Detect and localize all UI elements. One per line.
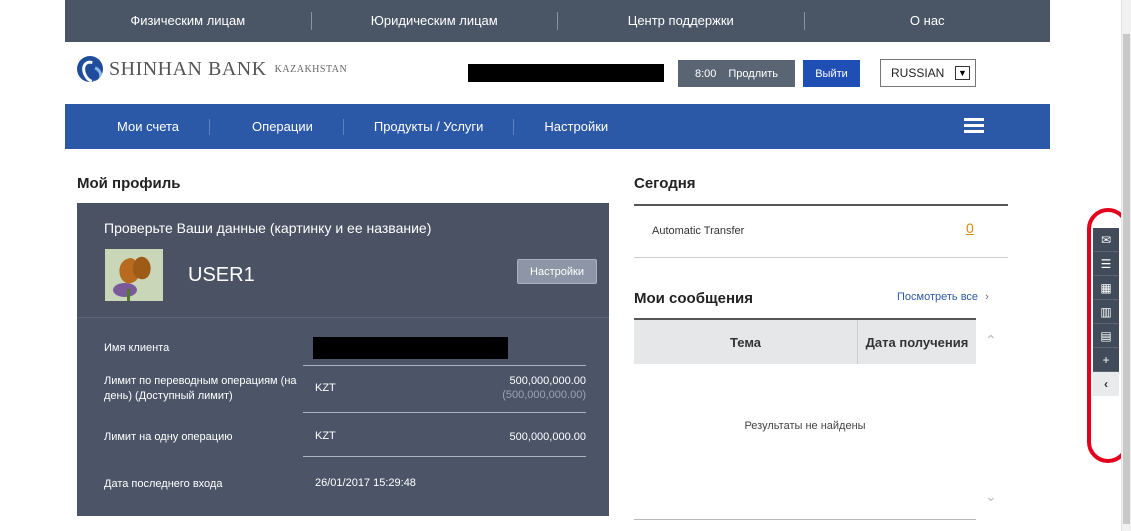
chevron-down-icon: ▼ bbox=[955, 66, 970, 80]
row-divider bbox=[303, 456, 586, 457]
top-nav-support[interactable]: Центр поддержки bbox=[558, 0, 804, 42]
transfer-limit-amount: 500,000,000.00 bbox=[509, 375, 586, 387]
transfer-limit-available: (500,000,000.00) bbox=[502, 389, 586, 401]
messages-empty-text: Результаты не найдены bbox=[744, 420, 866, 432]
section-divider bbox=[634, 204, 1008, 206]
client-name-label: Имя клиента bbox=[104, 342, 170, 354]
view-all-messages-link[interactable]: Посмотреть все › bbox=[897, 291, 989, 303]
messages-title: Мои сообщения bbox=[634, 290, 754, 307]
extend-label: Продлить bbox=[728, 67, 779, 80]
hamburger-menu-icon[interactable] bbox=[964, 118, 984, 134]
language-value: RUSSIAN bbox=[891, 66, 945, 80]
username: USER1 bbox=[188, 264, 255, 286]
last-login-label: Дата последнего входа bbox=[104, 478, 223, 490]
shinhan-logo-icon bbox=[77, 56, 103, 82]
main-nav-operations[interactable]: Операции bbox=[210, 104, 343, 149]
section-divider bbox=[634, 257, 1008, 258]
single-limit-label: Лимит на одну операцию bbox=[104, 431, 233, 443]
messages-table-header: Тема Дата получения bbox=[634, 320, 976, 364]
column-received-date[interactable]: Дата получения bbox=[858, 320, 976, 364]
today-title: Сегодня bbox=[634, 175, 696, 192]
profile-title: Мой профиль bbox=[77, 175, 181, 192]
chevron-down-icon[interactable]: ⌄ bbox=[985, 488, 997, 505]
transfer-limit-label: Лимит по переводным операциям (на день) … bbox=[104, 375, 297, 402]
view-all-label: Посмотреть все bbox=[897, 291, 979, 303]
column-subject[interactable]: Тема bbox=[634, 320, 858, 364]
auto-transfer-label: Automatic Transfer bbox=[652, 225, 745, 237]
last-login-value: 26/01/2017 15:29:48 bbox=[315, 477, 416, 489]
session-timer: 8:00 bbox=[694, 67, 717, 80]
profile-summary: Проверьте Ваши данные (картинку и ее наз… bbox=[77, 203, 609, 318]
main-nav-accounts[interactable]: Мои счета bbox=[65, 104, 209, 149]
bank-logo[interactable]: SHINHAN BANK KAZAKHSTAN bbox=[77, 56, 347, 82]
redacted-client-name bbox=[313, 337, 508, 359]
top-nav-about[interactable]: О нас bbox=[805, 0, 1051, 42]
top-nav-individuals[interactable]: Физическим лицам bbox=[65, 0, 311, 42]
messages-scrollbar[interactable]: ⌃ ⌄ bbox=[976, 318, 1008, 520]
main-nav: Мои счета Операции Продукты / Услуги Нас… bbox=[65, 104, 1050, 149]
main-nav-settings[interactable]: Настройки bbox=[514, 104, 638, 149]
messages-table: Тема Дата получения Результаты не найден… bbox=[634, 318, 976, 520]
header: SHINHAN BANK KAZAKHSTAN 8:00 Продлить Вы… bbox=[65, 42, 1050, 104]
row-divider bbox=[303, 365, 586, 366]
language-select[interactable]: RUSSIAN ▼ bbox=[880, 59, 976, 87]
chevron-up-icon[interactable]: ⌃ bbox=[985, 332, 997, 349]
logout-button[interactable]: Выйти bbox=[803, 60, 860, 87]
single-limit-currency: KZT bbox=[315, 430, 336, 442]
top-nav: Физическим лицам Юридическим лицам Центр… bbox=[65, 0, 1050, 42]
row-divider bbox=[303, 412, 586, 413]
profile-settings-button[interactable]: Настройки bbox=[517, 259, 597, 284]
main-nav-products[interactable]: Продукты / Услуги bbox=[344, 104, 514, 149]
transfer-limit-currency: KZT bbox=[315, 382, 336, 394]
page-scrollbar[interactable] bbox=[1121, 0, 1131, 531]
session-extend-button[interactable]: 8:00 Продлить bbox=[678, 60, 795, 87]
auto-transfer-count[interactable]: 0 bbox=[966, 220, 974, 236]
brand-name: SHINHAN BANK bbox=[109, 57, 267, 80]
redacted-block bbox=[468, 64, 664, 82]
single-limit-value: 500,000,000.00 bbox=[509, 431, 586, 443]
brand-region: KAZAKHSTAN bbox=[274, 63, 348, 75]
avatar bbox=[105, 249, 163, 301]
top-nav-businesses[interactable]: Юридическим лицам bbox=[312, 0, 558, 42]
chevron-right-icon: › bbox=[985, 291, 989, 303]
scrollbar-thumb[interactable] bbox=[1123, 34, 1130, 524]
profile-check-text: Проверьте Ваши данные (картинку и ее наз… bbox=[104, 220, 432, 236]
profile-card: Проверьте Ваши данные (картинку и ее наз… bbox=[77, 203, 609, 516]
transfer-limit-value: 500,000,000.00 (500,000,000.00) bbox=[502, 374, 586, 402]
